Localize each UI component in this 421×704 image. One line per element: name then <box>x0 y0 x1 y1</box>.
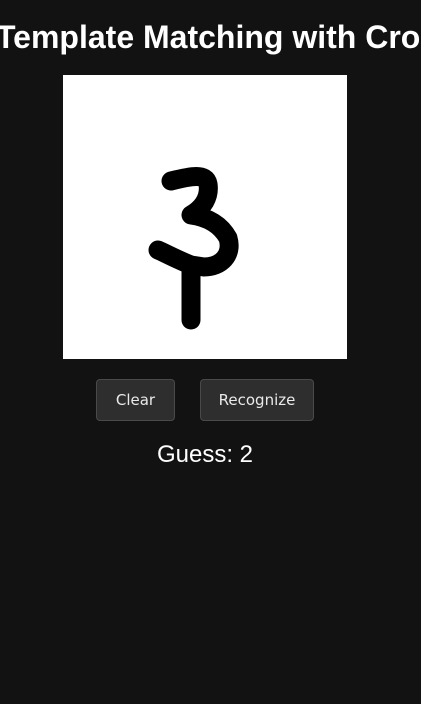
clear-button[interactable]: Clear <box>96 379 175 421</box>
guess-result: Guess: 2 <box>0 440 410 470</box>
drawing-canvas[interactable] <box>63 75 347 359</box>
guess-value: 2 <box>239 441 254 468</box>
recognize-button[interactable]: Recognize <box>200 379 314 421</box>
app-page: Template Matching with Cro Clear Recogni… <box>0 0 421 704</box>
handwritten-stroke <box>148 167 239 330</box>
guess-label: Guess: <box>156 441 233 468</box>
page-title: Template Matching with Cro <box>0 19 421 55</box>
